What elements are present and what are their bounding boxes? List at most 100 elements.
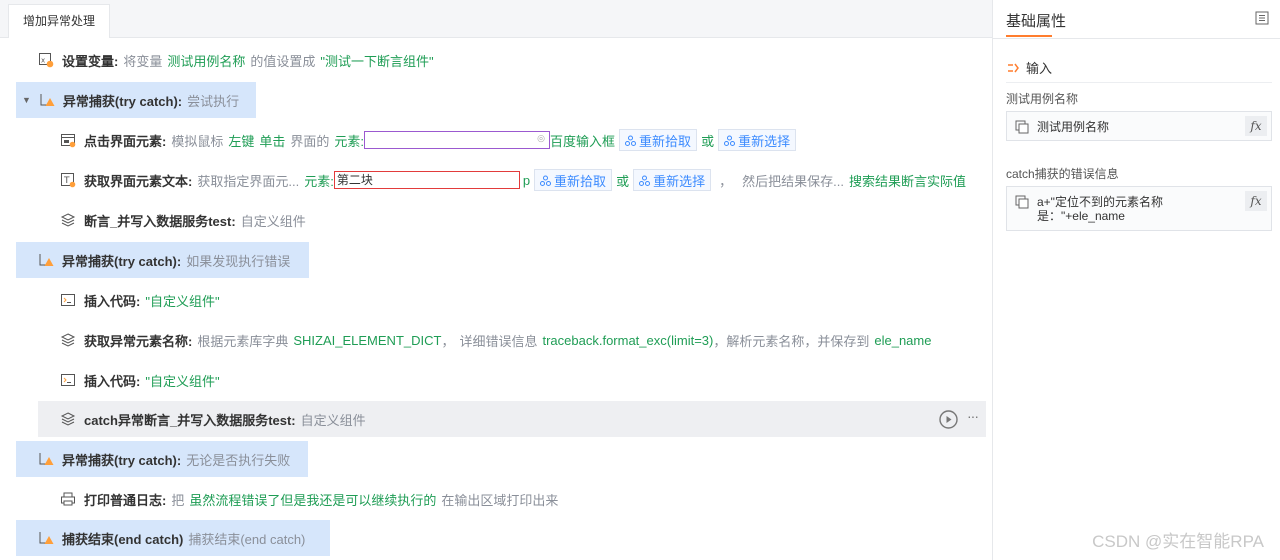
- section-divider: [1006, 82, 1272, 83]
- text: ，: [441, 333, 455, 349]
- log-message[interactable]: 虽然流程错误了但是我还是可以继续执行的: [189, 490, 436, 509]
- panel-tab-indicator: [1006, 35, 1052, 37]
- step-catch-error[interactable]: 异常捕获(try catch): 如果发现执行错误: [16, 242, 309, 278]
- step-insert-code[interactable]: 插入代码: "自定义组件": [60, 282, 220, 318]
- step-desc: 尝试执行: [187, 93, 240, 109]
- step-title: 插入代码:: [84, 293, 141, 309]
- tab-add-exception-handling[interactable]: 增加异常处理: [8, 4, 111, 38]
- step-get-exception-element[interactable]: 获取异常元素名称: 根据元素库字典 SHIZAI_ELEMENT_DICT ， …: [60, 322, 931, 358]
- step-insert-code[interactable]: 插入代码: "自定义组件": [60, 362, 220, 398]
- layers-icon: [60, 213, 76, 227]
- text: 把: [171, 492, 185, 508]
- variable-value-icon: [1015, 120, 1029, 134]
- output-variable[interactable]: ele_name: [874, 333, 931, 348]
- text: ，解析元素名称，并保存到: [713, 333, 870, 349]
- tab-bar: 增加异常处理: [0, 0, 992, 38]
- text: 在输出区域打印出来: [441, 492, 559, 508]
- step-title: 获取异常元素名称:: [84, 333, 193, 349]
- step-title: 插入代码:: [84, 373, 141, 389]
- reselect-button[interactable]: 重新选择: [718, 129, 797, 151]
- step-title: 打印普通日志:: [84, 492, 167, 508]
- reselect-button[interactable]: 重新选择: [633, 169, 712, 191]
- warning-icon: [40, 94, 55, 106]
- text: 根据元素库字典: [197, 333, 289, 349]
- fx-button[interactable]: fx: [1245, 191, 1267, 211]
- code-value[interactable]: "自定义组件": [145, 371, 219, 390]
- repick-label: 重新拾取: [639, 133, 692, 149]
- collapse-triangle-icon[interactable]: ▼: [22, 95, 31, 105]
- element-name[interactable]: p: [523, 173, 530, 188]
- field-value: 测试用例名称: [1037, 120, 1110, 134]
- text: 获取指定界面元...: [197, 173, 300, 189]
- traceback-expression[interactable]: traceback.format_exc(limit=3): [542, 333, 713, 348]
- step-end-catch[interactable]: 捕获结束(end catch) 捕获结束(end catch): [16, 520, 330, 556]
- step-catch-finally[interactable]: 异常捕获(try catch): 无论是否执行失败: [16, 441, 308, 477]
- field-value-line2: 是："+ele_name: [1037, 209, 1125, 223]
- step-try-catch[interactable]: ▼ 异常捕获(try catch): 尝试执行: [16, 82, 256, 118]
- fx-button[interactable]: fx: [1245, 116, 1267, 136]
- dict-variable[interactable]: SHIZAI_ELEMENT_DICT: [293, 333, 441, 348]
- play-icon[interactable]: [939, 410, 958, 429]
- element-name[interactable]: 百度输入框: [550, 131, 615, 150]
- repick-button[interactable]: 重新拾取: [534, 169, 613, 191]
- more-icon[interactable]: ···: [967, 408, 979, 424]
- step-title: 设置变量:: [62, 53, 119, 69]
- text: 详细错误信息: [459, 333, 538, 349]
- collapse-icon[interactable]: [1255, 11, 1269, 25]
- print-icon: [61, 492, 75, 506]
- text-icon: T: [61, 173, 76, 188]
- click-icon: [61, 134, 76, 148]
- step-click-element[interactable]: 点击界面元素: 模拟鼠标 左键 单击 界面的 元素: ◎ 百度输入框 重新拾取 …: [60, 122, 800, 158]
- element-preview[interactable]: 第二块: [333, 171, 520, 189]
- variable-value[interactable]: "测试一下断言组件": [320, 51, 433, 70]
- variable-name[interactable]: 测试用例名称: [167, 51, 245, 70]
- panel-title[interactable]: 基础属性: [1006, 10, 1066, 31]
- section-label: 输入: [1026, 61, 1053, 76]
- step-title: 异常捕获(try catch):: [62, 93, 183, 109]
- panel-divider: [993, 38, 1280, 39]
- field-test-case-name[interactable]: 测试用例名称 fx: [1006, 111, 1272, 141]
- layers-icon: [60, 412, 76, 426]
- text: 将变量: [123, 53, 163, 69]
- repick-label: 重新拾取: [554, 173, 607, 189]
- text: ，: [719, 173, 733, 189]
- pick-icon: [540, 175, 552, 186]
- step-get-element-text[interactable]: T 获取界面元素文本: 获取指定界面元... 元素: 第二块 p 重新拾取 或 …: [60, 162, 966, 198]
- layers-icon: [60, 333, 76, 347]
- text: 然后把结果保存...: [742, 173, 844, 189]
- step-print-log[interactable]: 打印普通日志: 把 虽然流程错误了但是我还是可以继续执行的 在输出区域打印出来: [60, 481, 558, 517]
- variable-value-icon: [1015, 195, 1029, 209]
- output-variable[interactable]: 搜索结果断言实际值: [849, 171, 966, 190]
- step-catch-assertion[interactable]: catch异常断言_并写入数据服务test: 自定义组件 ···: [38, 401, 986, 437]
- click-type[interactable]: 单击: [259, 131, 285, 150]
- reselect-label: 重新选择: [653, 173, 706, 189]
- field-catch-error-info[interactable]: a+"定位不到的元素名称 是："+ele_name fx: [1006, 186, 1272, 231]
- element-preview[interactable]: ◎: [364, 131, 551, 149]
- step-assertion[interactable]: 断言_并写入数据服务test: 自定义组件: [60, 202, 306, 238]
- code-value[interactable]: "自定义组件": [145, 291, 219, 310]
- input-icon: [1008, 63, 1019, 72]
- text: 模拟鼠标: [171, 133, 224, 149]
- step-desc: 无论是否执行失败: [186, 452, 291, 468]
- mouse-button[interactable]: 左键: [228, 131, 254, 150]
- repick-button[interactable]: 重新拾取: [619, 129, 698, 151]
- svg-text:x: x: [41, 57, 45, 65]
- step-title: 异常捕获(try catch):: [62, 452, 182, 468]
- step-desc: 捕获结束(end catch): [188, 531, 306, 547]
- step-title: catch异常断言_并写入数据服务test:: [84, 412, 296, 428]
- select-icon: [639, 175, 651, 186]
- code-icon: [61, 374, 75, 386]
- code-icon: [61, 294, 75, 306]
- text: 的值设置成: [250, 53, 316, 69]
- step-title: 点击界面元素:: [84, 133, 167, 149]
- element-label: 元素:: [334, 133, 365, 149]
- variable-icon: x: [39, 53, 54, 68]
- camera-icon: ◎: [537, 133, 546, 143]
- field-label: 测试用例名称: [1006, 92, 1079, 106]
- step-title: 获取界面元素文本:: [84, 173, 193, 189]
- step-desc: 自定义组件: [240, 213, 306, 229]
- step-set-variable[interactable]: x 设置变量: 将变量 测试用例名称 的值设置成 "测试一下断言组件": [38, 42, 434, 78]
- field-value-line1: a+"定位不到的元素名称: [1037, 195, 1163, 209]
- step-desc: 自定义组件: [300, 412, 366, 428]
- watermark: CSDN @实在智能RPA: [1092, 532, 1264, 551]
